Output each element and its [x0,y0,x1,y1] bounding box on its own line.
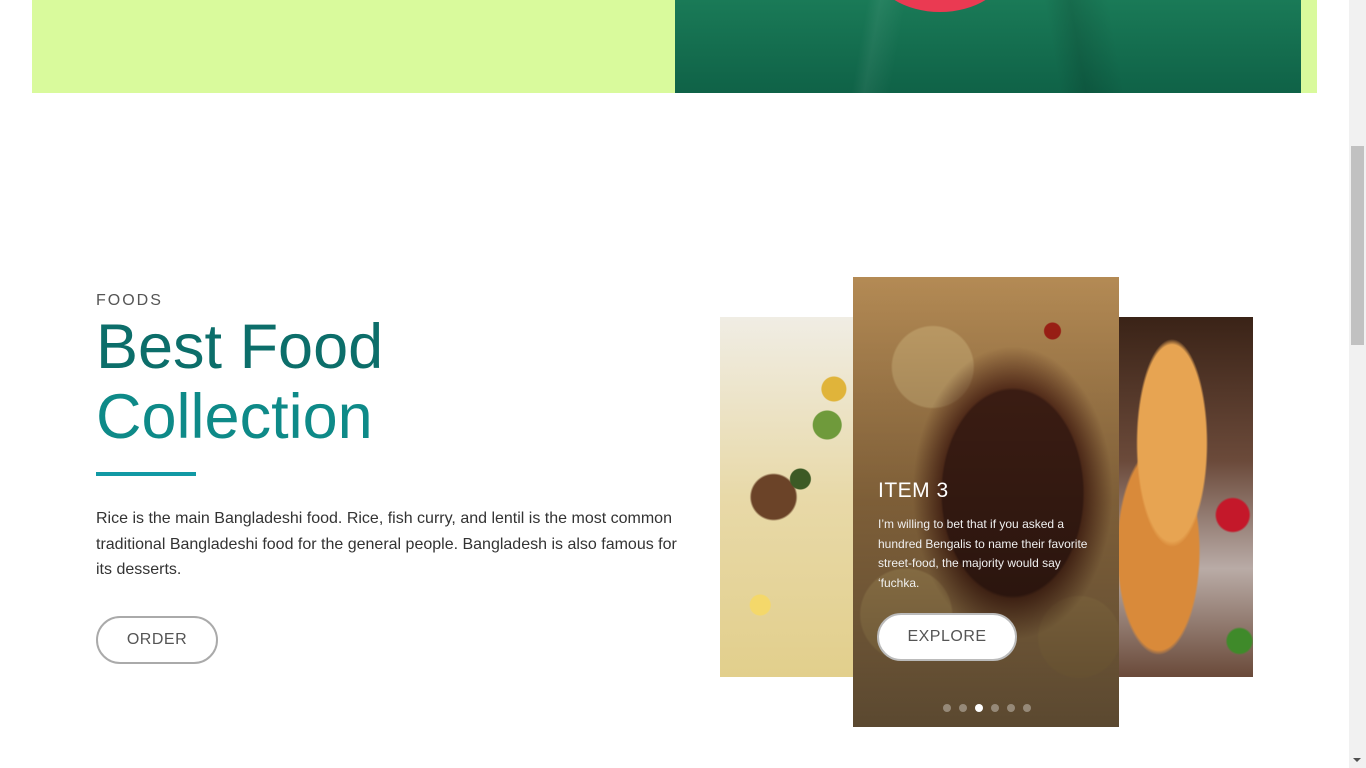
page-scrollbar[interactable] [1349,0,1366,768]
scroll-down-arrow-icon[interactable] [1353,758,1361,762]
headline-divider [96,472,196,476]
section-description: Rice is the main Bangladeshi food. Rice,… [96,510,677,578]
slide-description: I’m willing to bet that if you asked a h… [878,517,1088,590]
scrollbar-thumb[interactable] [1351,146,1364,345]
explore-button[interactable]: EXPLORE [877,613,1017,661]
hero-image [675,0,1301,93]
headline-line-1: Best Food [96,312,384,382]
section-headline: Best Food Collection [96,312,383,452]
carousel-dot-4[interactable] [991,704,999,712]
section-eyebrow: FOODS [96,292,163,309]
headline-line-2: Collection [96,382,373,452]
slide-title: ITEM 3 [878,479,949,502]
carousel-dot-1[interactable] [943,704,951,712]
carousel-dot-3[interactable] [975,704,983,712]
carousel-dot-6[interactable] [1023,704,1031,712]
carousel-dot-2[interactable] [959,704,967,712]
carousel-slide-prev[interactable] [720,317,854,677]
carousel-slide-active: ITEM 3 I’m willing to bet that if you as… [853,277,1119,727]
carousel-dot-5[interactable] [1007,704,1015,712]
carousel-pagination [943,704,1031,712]
carousel-slide-next[interactable] [1118,317,1253,677]
order-button[interactable]: ORDER [96,616,218,664]
hero-plate-image [875,0,1005,12]
